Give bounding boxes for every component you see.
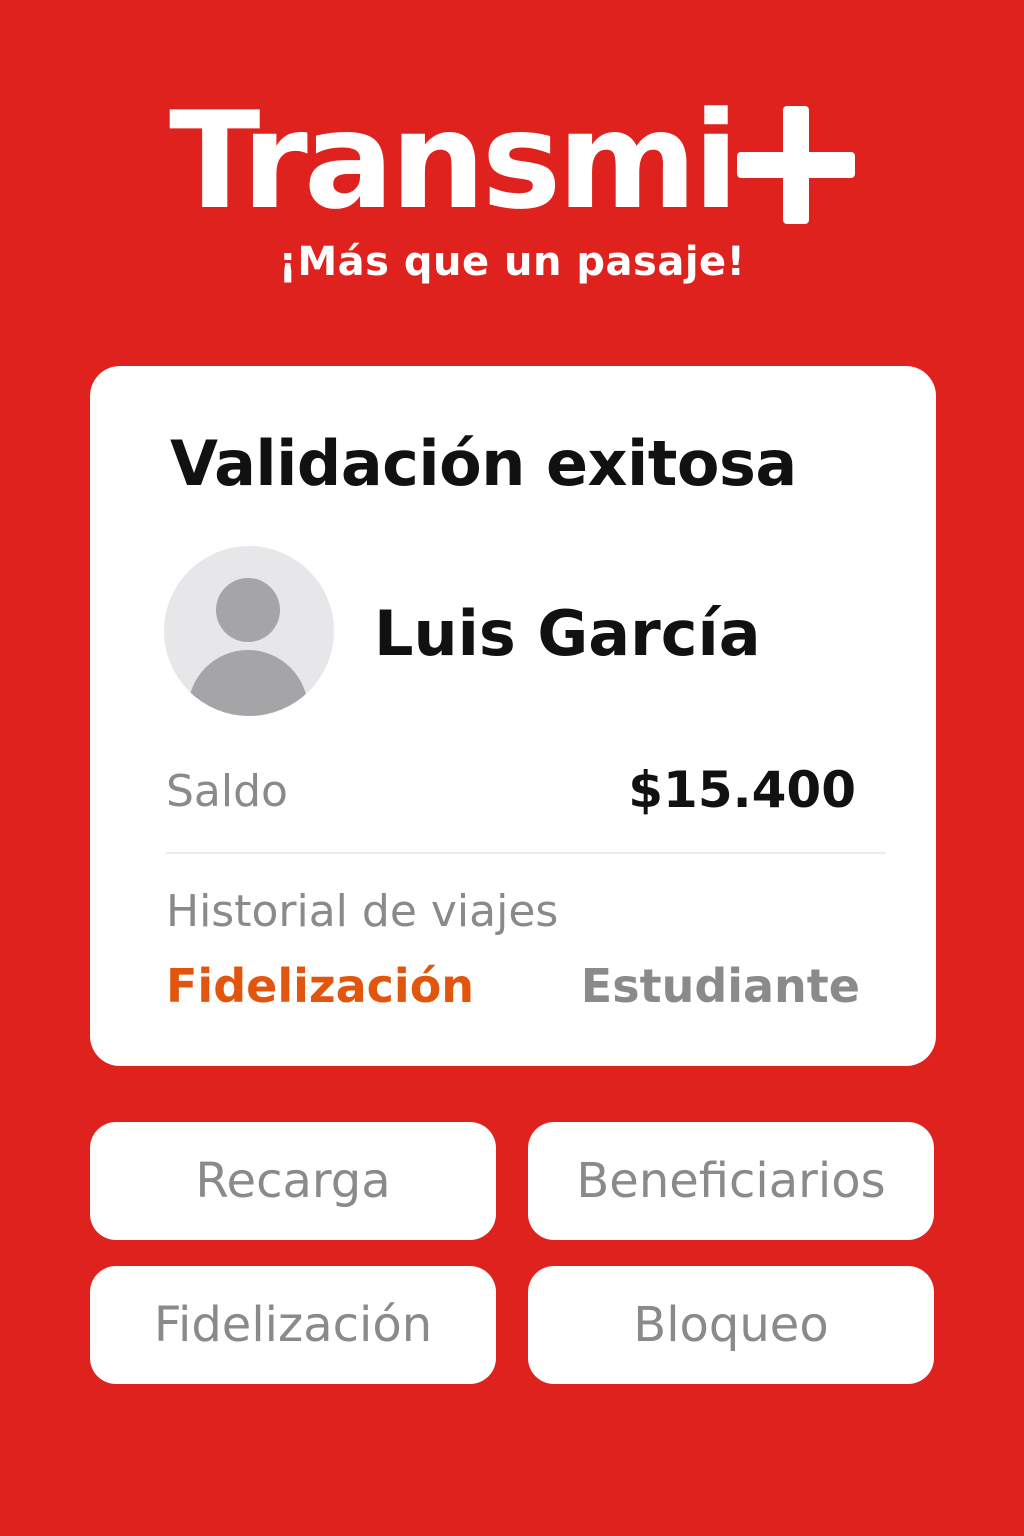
user-avatar-icon [164, 546, 334, 716]
trip-history-link[interactable]: Historial de viajes [166, 882, 558, 942]
brand-name: Transmi [169, 83, 739, 239]
plus-icon [736, 106, 855, 224]
user-name: Luis García [374, 597, 761, 670]
recarga-button[interactable]: Recarga [90, 1122, 496, 1240]
brand-header: Transmi ¡Más que un pasaje! [0, 86, 1024, 286]
fidelizacion-tag[interactable]: Fidelización [166, 956, 474, 1016]
estudiante-badge: Estudiante [580, 959, 860, 1013]
avatar-body-shape [188, 650, 308, 716]
balance-value: $15.400 [628, 761, 856, 819]
avatar-head-shape [216, 578, 280, 642]
brand-tagline: ¡Más que un pasaje! [278, 239, 746, 285]
balance-label: Saldo [166, 766, 288, 817]
beneficiarios-button[interactable]: Beneficiarios [528, 1122, 934, 1240]
validation-card: Validación exitosa Luis García Saldo $15… [90, 366, 936, 1066]
divider [166, 852, 886, 854]
brand-logo: Transmi [169, 86, 855, 236]
validation-title: Validación exitosa [170, 427, 797, 500]
fidelizacion-button[interactable]: Fidelización [90, 1266, 496, 1384]
bloqueo-button[interactable]: Bloqueo [528, 1266, 934, 1384]
